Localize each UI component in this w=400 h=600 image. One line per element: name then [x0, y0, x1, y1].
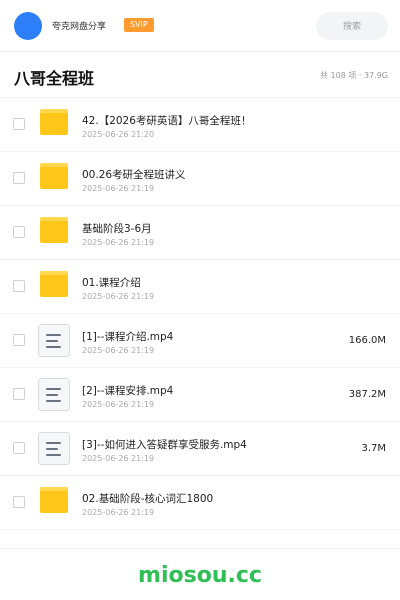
- folder-icon: [40, 217, 68, 243]
- folder-title-row: 八哥全程班 共 108 项 · 37.9G: [0, 52, 400, 98]
- folder-summary: 共 108 项 · 37.9G: [320, 71, 388, 80]
- select-checkbox[interactable]: [13, 334, 25, 346]
- item-date: 2025-06-26 21:19: [82, 454, 155, 463]
- file-icon: [38, 324, 70, 357]
- item-name: [2]--课程安排.mp4: [82, 385, 174, 397]
- item-size: 3.7M: [361, 443, 386, 454]
- item-name: [3]--如何进入答疑群享受服务.mp4: [82, 439, 247, 451]
- select-checkbox[interactable]: [13, 118, 25, 130]
- item-date: 2025-06-26 21:19: [82, 292, 155, 301]
- file-icon: [38, 432, 70, 465]
- item-name: 基础阶段3-6月: [82, 223, 152, 235]
- item-name: 42.【2026考研英语】八哥全程班！: [82, 115, 252, 127]
- list-item[interactable]: 基础阶段3-6月 2025-06-26 21:19: [0, 206, 400, 260]
- footer: miosou.cc: [0, 548, 400, 600]
- item-date: 2025-06-26 21:19: [82, 184, 155, 193]
- list-item[interactable]: 42.【2026考研英语】八哥全程班！ 2025-06-26 21:20: [0, 98, 400, 152]
- list-item[interactable]: [1]--课程介绍.mp4 2025-06-26 21:19 166.0M: [0, 314, 400, 368]
- select-checkbox[interactable]: [13, 442, 25, 454]
- list-item[interactable]: [2]--课程安排.mp4 2025-06-26 21:19 387.2M: [0, 368, 400, 422]
- watermark: miosou.cc: [138, 563, 262, 588]
- folder-icon: [40, 271, 68, 297]
- brand-name: 夸克网盘分享: [52, 22, 107, 32]
- select-checkbox[interactable]: [13, 496, 25, 508]
- list-item[interactable]: 00.26考研全程班讲义 2025-06-26 21:19: [0, 152, 400, 206]
- item-name: 02.基础阶段-核心词汇1800: [82, 493, 214, 505]
- page-title: 八哥全程班: [14, 69, 95, 88]
- folder-icon: [40, 109, 68, 135]
- file-icon: [38, 378, 70, 411]
- item-date: 2025-06-26 21:19: [82, 346, 155, 355]
- item-name: 01.课程介绍: [82, 277, 141, 289]
- folder-icon: [40, 163, 68, 189]
- select-checkbox[interactable]: [13, 226, 25, 238]
- select-checkbox[interactable]: [13, 280, 25, 292]
- list-item[interactable]: [3]--如何进入答疑群享受服务.mp4 2025-06-26 21:19 3.…: [0, 422, 400, 476]
- item-date: 2025-06-26 21:20: [82, 130, 155, 139]
- item-name: [1]--课程介绍.mp4: [82, 331, 174, 343]
- item-date: 2025-06-26 21:19: [82, 238, 155, 247]
- search-button[interactable]: 搜索: [316, 12, 388, 40]
- item-size: 166.0M: [348, 335, 386, 346]
- list-item[interactable]: 02.基础阶段-核心词汇1800 2025-06-26 21:19: [0, 476, 400, 530]
- select-checkbox[interactable]: [13, 172, 25, 184]
- folder-icon: [40, 487, 68, 513]
- item-date: 2025-06-26 21:19: [82, 508, 155, 517]
- item-date: 2025-06-26 21:19: [82, 400, 155, 409]
- list-item[interactable]: 01.课程介绍 2025-06-26 21:19: [0, 260, 400, 314]
- item-size: 387.2M: [348, 389, 386, 400]
- avatar[interactable]: [14, 12, 42, 40]
- svip-badge: SVIP: [124, 18, 154, 32]
- select-checkbox[interactable]: [13, 388, 25, 400]
- top-bar: 夸克网盘分享 SVIP 搜索: [0, 0, 400, 52]
- file-list: 42.【2026考研英语】八哥全程班！ 2025-06-26 21:20 00.…: [0, 98, 400, 530]
- item-name: 00.26考研全程班讲义: [82, 169, 186, 181]
